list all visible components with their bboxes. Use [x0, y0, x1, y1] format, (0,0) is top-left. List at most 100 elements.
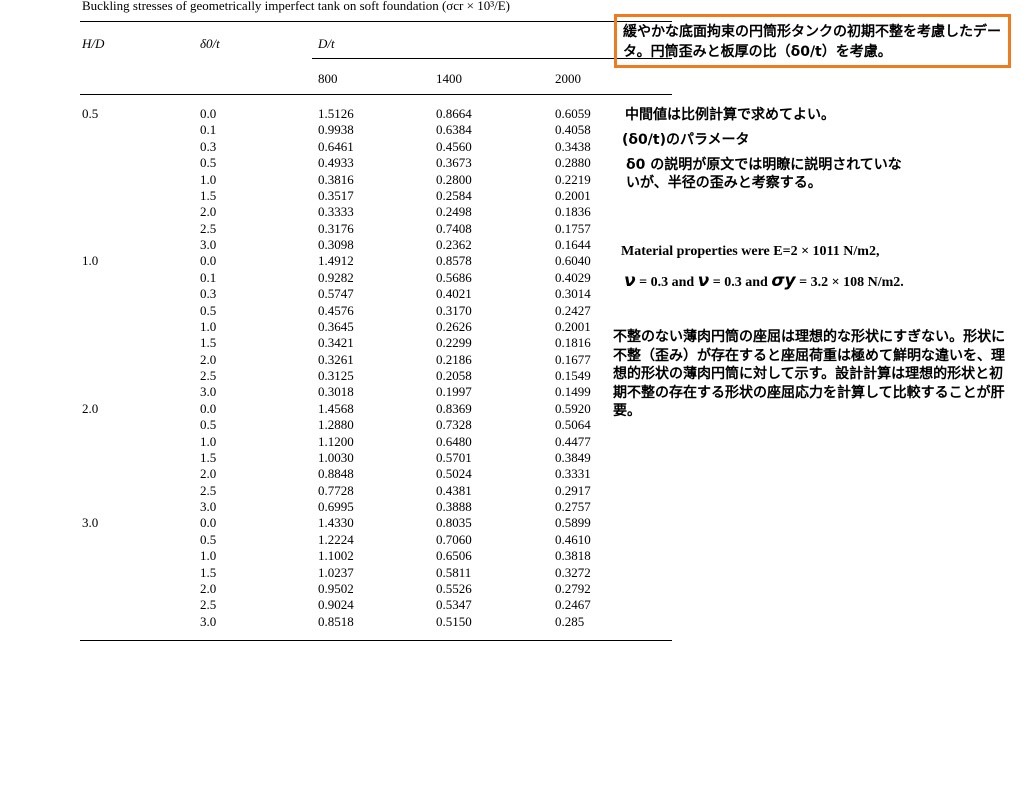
value-dt-2000: 0.2757: [555, 499, 591, 514]
poisson-text-1: = 0.3 and: [635, 275, 698, 290]
value-dt-2000: 0.4477: [555, 433, 591, 449]
table-row: 1.0 0.0 1.4912 0.8578 0.6040: [80, 253, 672, 269]
interpolation-note: 中間値は比例計算で求めてよい。: [625, 107, 835, 123]
value-dt-800: 0.9024: [318, 597, 354, 613]
value-dt-2000: 0.2467: [555, 597, 591, 613]
table-row: 1.0 0.3816 0.2800 0.2219: [80, 172, 672, 188]
value-dt-1400: 0.4021: [436, 286, 472, 302]
delta-cell: 3.0: [200, 613, 217, 629]
value-dt-1400: 0.5347: [436, 597, 472, 613]
table-row: 2.0 0.0 1.4568 0.8369 0.5920: [80, 401, 672, 417]
table-row: 2.0 0.3261 0.2186 0.1677: [80, 352, 672, 368]
parameter-note: (δ0/t)のパラメータ: [622, 132, 750, 148]
table-row: 3.0 0.8518 0.5150 0.285: [80, 614, 672, 630]
value-dt-2000: 0.3849: [555, 449, 591, 465]
delta-cell: 0.3: [200, 286, 217, 302]
value-dt-800: 0.3018: [318, 384, 354, 400]
value-dt-1400: 0.7060: [436, 531, 472, 547]
value-dt-1400: 0.2058: [436, 368, 472, 383]
delta-cell: 0.1: [200, 269, 217, 285]
table-bottom-rule: [80, 640, 672, 641]
table-row: 2.5 0.3125 0.2058 0.1549: [80, 368, 672, 384]
value-dt-1400: 0.1997: [436, 384, 472, 400]
value-dt-1400: 0.7408: [436, 220, 472, 236]
value-dt-1400: 0.5811: [436, 564, 472, 580]
value-dt-800: 0.7728: [318, 482, 354, 498]
value-dt-800: 1.4912: [318, 253, 354, 269]
value-dt-2000: 0.4029: [555, 269, 591, 285]
delta-cell: 0.0: [200, 253, 217, 269]
value-dt-2000: 0.4610: [555, 531, 591, 547]
delta-cell: 0.0: [200, 515, 217, 531]
value-dt-800: 0.8518: [318, 613, 354, 629]
delta-cell: 1.5: [200, 564, 217, 580]
value-dt-1400: 0.8035: [436, 515, 472, 531]
value-dt-2000: 0.3331: [555, 466, 591, 482]
table-row: 2.5 0.9024 0.5347 0.2467: [80, 597, 672, 613]
table-row: 1.5 1.0030 0.5701 0.3849: [80, 450, 672, 466]
delta-cell: 0.3: [200, 138, 217, 154]
value-dt-2000: 0.1499: [555, 384, 591, 400]
delta-cell: 1.0: [200, 548, 217, 564]
value-dt-1400: 0.8369: [436, 400, 472, 416]
value-dt-800: 1.1200: [318, 433, 354, 449]
delta-cell: 1.0: [200, 433, 217, 449]
table-row: 2.0 0.8848 0.5024 0.3331: [80, 466, 672, 482]
summary-note-box: 緩やかな底面拘束の円筒形タンクの初期不整を考慮したデータ。円筒歪みと板厚の比（δ…: [614, 14, 1011, 68]
delta-cell: 0.5: [200, 155, 217, 171]
header-dt-2000: 2000: [555, 71, 581, 86]
table-row: 2.0 0.3333 0.2498 0.1836: [80, 204, 672, 220]
delta-cell: 1.0: [200, 318, 217, 334]
header-h-over-d: H/D: [82, 36, 105, 51]
h-over-d-cell: 3.0: [82, 515, 99, 531]
value-dt-2000: 0.6040: [555, 253, 591, 269]
h-over-d-cell: 0.5: [82, 106, 99, 121]
value-dt-2000: 0.2219: [555, 171, 591, 187]
value-dt-800: 0.9502: [318, 580, 354, 596]
value-dt-1400: 0.2186: [436, 351, 472, 367]
value-dt-2000: 0.3818: [555, 548, 591, 564]
value-dt-1400: 0.3673: [436, 155, 472, 171]
table-row: 1.5 1.0237 0.5811 0.3272: [80, 565, 672, 581]
delta-cell: 2.5: [200, 368, 217, 383]
delta-cell: 1.5: [200, 449, 217, 465]
value-dt-800: 0.4933: [318, 155, 354, 171]
table-row: 2.5 0.7728 0.4381 0.2917: [80, 483, 672, 499]
header-dt-1400: 1400: [436, 71, 462, 86]
value-dt-800: 1.0030: [318, 449, 354, 465]
value-dt-800: 0.3816: [318, 171, 354, 187]
value-dt-1400: 0.7328: [436, 417, 472, 433]
value-dt-2000: 0.3438: [555, 138, 591, 154]
value-dt-2000: 0.1816: [555, 335, 591, 351]
value-dt-1400: 0.2362: [436, 237, 472, 252]
table-row: 0.5 0.4933 0.3673 0.2880: [80, 155, 672, 171]
delta-cell: 1.5: [200, 187, 217, 203]
yield-stress-symbol: σy: [771, 271, 796, 291]
delta-cell: 2.0: [200, 580, 217, 596]
value-dt-800: 0.4576: [318, 302, 354, 318]
value-dt-800: 0.3176: [318, 220, 354, 236]
table-row: 3.0 0.3018 0.1997 0.1499: [80, 384, 672, 400]
delta-cell: 3.0: [200, 499, 217, 514]
table-row: 1.0 1.1002 0.6506 0.3818: [80, 548, 672, 564]
value-dt-800: 0.9282: [318, 269, 354, 285]
delta-cell: 2.0: [200, 204, 217, 220]
value-dt-1400: 0.6384: [436, 122, 472, 138]
value-dt-1400: 0.2800: [436, 171, 472, 187]
value-dt-800: 0.8848: [318, 466, 354, 482]
value-dt-800: 0.3333: [318, 204, 354, 220]
value-dt-2000: 0.2427: [555, 302, 591, 318]
value-dt-2000: 0.1836: [555, 204, 591, 220]
poisson-text-2: = 0.3 and: [709, 275, 772, 290]
material-properties-line1: Material properties were E=2 × 1011 N/m2…: [621, 244, 880, 259]
value-dt-800: 1.2224: [318, 531, 354, 547]
table-row: 0.3 0.5747 0.4021 0.3014: [80, 286, 672, 302]
delta-cell: 2.5: [200, 482, 217, 498]
h-over-d-cell: 1.0: [82, 253, 99, 269]
value-dt-800: 0.3125: [318, 368, 354, 383]
value-dt-2000: 0.5899: [555, 515, 591, 531]
value-dt-800: 1.4568: [318, 400, 354, 416]
value-dt-800: 1.2880: [318, 417, 354, 433]
value-dt-2000: 0.2880: [555, 155, 591, 171]
poisson-symbol-1: ν: [624, 271, 636, 291]
